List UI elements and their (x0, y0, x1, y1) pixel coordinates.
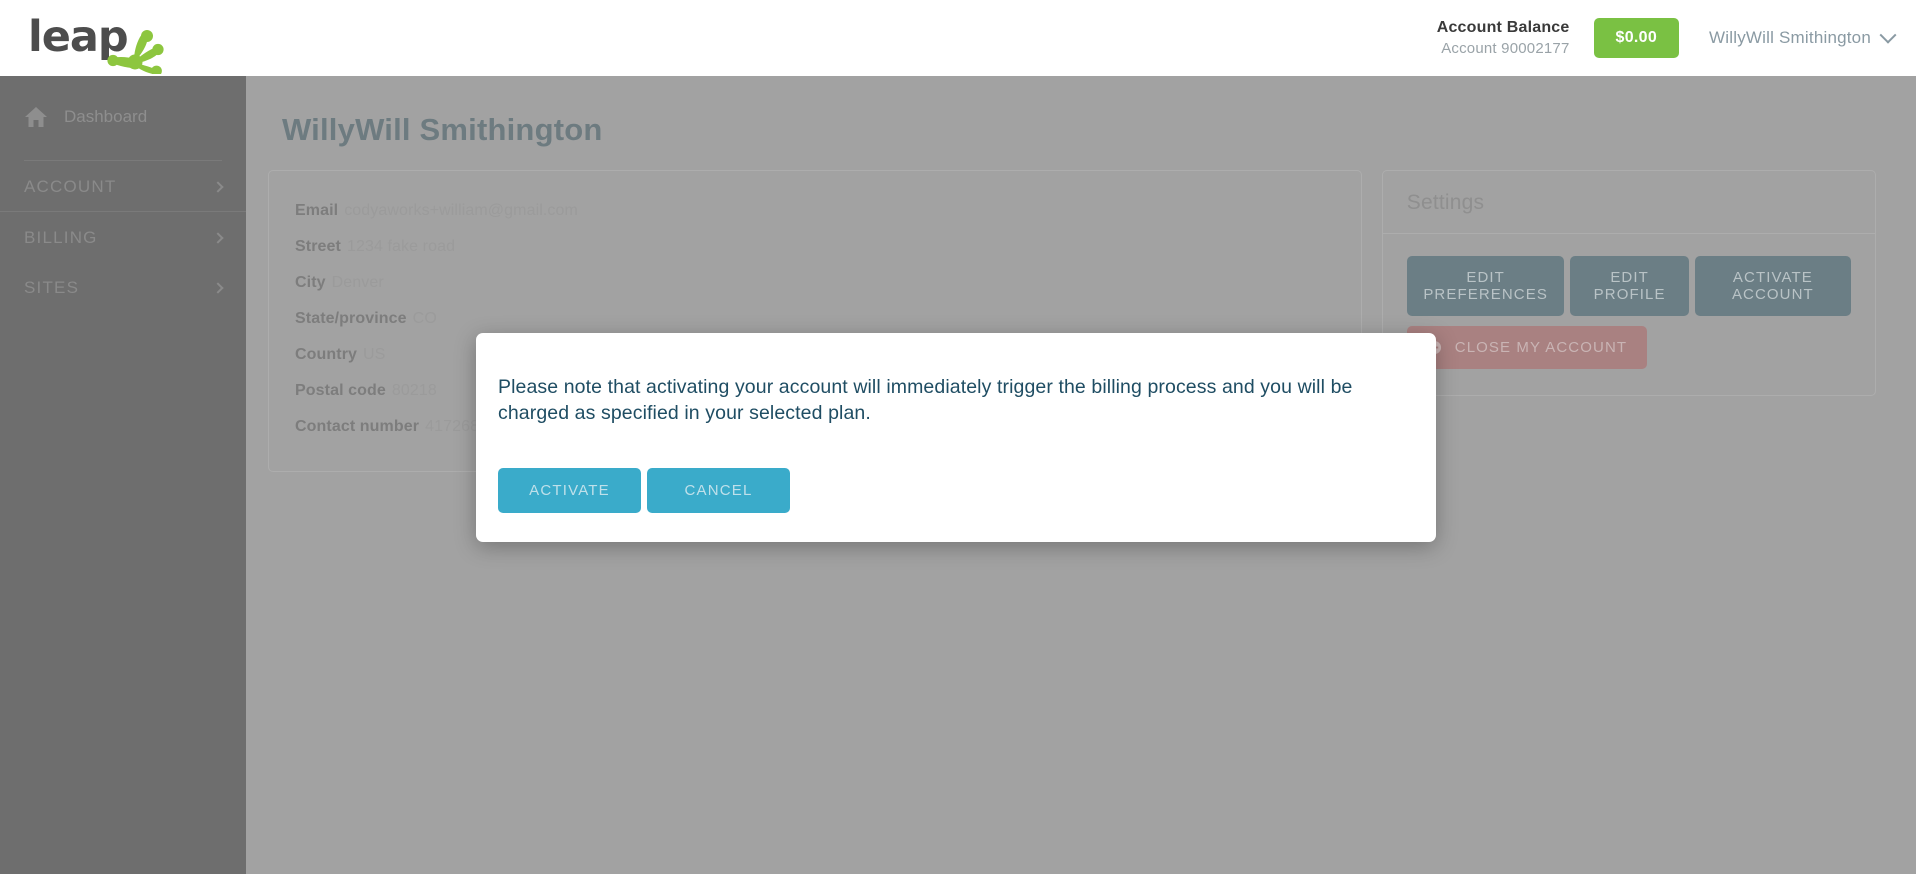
modal-message: Please note that activating your account… (498, 376, 1353, 424)
modal-actions: ACTIVATE CANCEL (498, 468, 1414, 514)
activate-account-modal: Please note that activating your account… (476, 333, 1436, 542)
modal-cancel-button[interactable]: CANCEL (647, 468, 790, 514)
modal-activate-button[interactable]: ACTIVATE (498, 468, 641, 514)
app-root: leap Account Balance Account 90002177 $0… (0, 0, 1916, 874)
